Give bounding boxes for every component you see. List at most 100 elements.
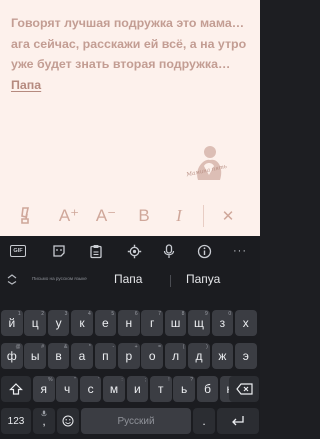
period-key[interactable]: .	[193, 408, 215, 434]
settings-icon[interactable]	[124, 241, 144, 261]
numbers-key[interactable]: 123	[1, 408, 31, 434]
format-bar-divider	[203, 205, 204, 227]
key-2-3[interactable]: м:	[103, 376, 125, 402]
key-label: т	[158, 382, 164, 396]
info-icon[interactable]	[194, 241, 214, 261]
key-label: ц	[31, 316, 39, 330]
key-label: м	[109, 382, 119, 396]
key-hint: !	[168, 377, 170, 383]
keyboard-toolbar: GIF ···	[0, 236, 260, 266]
key-2-2[interactable]: с '	[79, 376, 102, 402]
key-hint: 9	[205, 311, 208, 317]
key-0-7[interactable]: ш8	[164, 310, 187, 336]
emoji-key[interactable]	[57, 408, 79, 434]
key-hint: 6	[134, 311, 138, 317]
italic-button[interactable]: I	[165, 196, 193, 236]
key-hint: &	[64, 344, 68, 350]
key-0-6[interactable]: г7	[141, 310, 163, 336]
key-2-6[interactable]: ь?	[173, 376, 195, 402]
key-label: щ	[194, 316, 204, 330]
key-1-7[interactable]: л(	[164, 343, 187, 369]
key-label: п	[102, 349, 109, 363]
key-label: х	[242, 316, 249, 330]
key-1-0[interactable]: ф @	[1, 343, 23, 369]
mention-link[interactable]: Папа	[11, 78, 41, 92]
key-label: г	[149, 316, 155, 330]
key-2-0[interactable]: я%	[33, 376, 55, 402]
key-hint: =	[158, 344, 161, 350]
note-editor[interactable]: Говорят лучшая подружка это мама… ага се…	[0, 0, 260, 196]
key-1-8[interactable]: д)	[188, 343, 210, 369]
key-hint: )	[206, 344, 208, 350]
key-label: а	[78, 349, 86, 363]
sticker-icon[interactable]	[49, 241, 69, 261]
key-2-4[interactable]: и;	[126, 376, 149, 402]
key-0-9[interactable]: з0	[211, 310, 234, 336]
key-0-0[interactable]: й1	[1, 310, 23, 336]
key-label: н	[125, 316, 133, 330]
microphone-icon[interactable]	[159, 241, 179, 261]
gif-icon[interactable]: GIF	[8, 241, 28, 261]
key-0-5[interactable]: н6	[118, 310, 140, 336]
suggestion-bar: Письмо на русском языке Папа Папуа	[0, 267, 260, 293]
key-1-9[interactable]: ж	[211, 343, 234, 369]
key-hint: 2	[41, 311, 44, 317]
key-0-3[interactable]: к4	[71, 310, 93, 336]
key-hint: %	[48, 377, 53, 383]
key-1-2[interactable]: в &	[47, 343, 70, 369]
key-hint: ?	[190, 377, 193, 383]
key-1-6[interactable]: о =	[141, 343, 163, 369]
key-hint: +	[134, 344, 138, 350]
more-options-icon[interactable]: ···	[230, 241, 250, 261]
space-key[interactable]: Русский	[81, 408, 191, 434]
key-hint: @	[15, 344, 21, 350]
key-hint: 0	[228, 311, 232, 317]
key-0-10[interactable]: х	[235, 310, 257, 336]
key-2-5[interactable]: т!	[150, 376, 172, 402]
shift-key[interactable]	[1, 376, 31, 402]
key-label: л	[172, 349, 180, 363]
key-0-4[interactable]: е5	[94, 310, 117, 336]
enter-key[interactable]	[217, 408, 259, 434]
key-hint: ;	[144, 377, 147, 383]
key-2-7[interactable]: б	[196, 376, 219, 402]
key-1-4[interactable]: п-	[94, 343, 117, 369]
suggestion-2[interactable]: Папуа	[186, 272, 220, 286]
key-hint: 8	[181, 311, 185, 317]
key-label: ч	[64, 382, 71, 396]
key-label: ш	[170, 316, 181, 330]
key-1-5[interactable]: р +	[118, 343, 140, 369]
key-label: й	[8, 316, 16, 330]
key-1-1[interactable]: ы #	[24, 343, 46, 369]
key-hint: '	[98, 377, 100, 383]
key-0-2[interactable]: у3	[47, 310, 70, 336]
note-text[interactable]: Говорят лучшая подружка это мама… ага се…	[11, 13, 251, 95]
decrease-font-button[interactable]: A⁻	[92, 196, 120, 236]
key-1-3[interactable]: а *	[71, 343, 93, 369]
close-format-button[interactable]: ✕	[214, 196, 242, 236]
key-label: и	[134, 382, 141, 396]
collapse-chevron-icon[interactable]	[6, 273, 18, 285]
backspace-key[interactable]	[229, 376, 259, 402]
key-label: ы	[30, 349, 40, 363]
key-label: у	[55, 316, 62, 330]
key-2-1[interactable]: ч "	[56, 376, 78, 402]
key-1-10[interactable]: э	[235, 343, 257, 369]
keyboard: GIF ··· Письмо на русском языке Папа Пап…	[0, 236, 260, 439]
clipboard-icon[interactable]	[86, 241, 106, 261]
key-label: я	[40, 382, 48, 396]
note-body: Говорят лучшая подружка это мама… ага се…	[11, 16, 247, 71]
increase-font-button[interactable]: A⁺	[55, 196, 83, 236]
key-label: д	[195, 349, 203, 363]
comma-key[interactable]: ,	[33, 408, 55, 434]
text-style-icon[interactable]	[14, 196, 42, 236]
format-toolbar: A⁺ A⁻ B I ✕	[0, 196, 260, 236]
suggestion-1[interactable]: Папа	[114, 272, 142, 286]
key-0-8[interactable]: щ9	[188, 310, 210, 336]
bold-button[interactable]: B	[130, 196, 158, 236]
key-hint: 1	[17, 311, 21, 317]
key-0-1[interactable]: ц2	[24, 310, 46, 336]
key-label: р	[125, 349, 133, 363]
key-label: ж	[218, 349, 227, 363]
gif-label: GIF	[10, 245, 26, 257]
